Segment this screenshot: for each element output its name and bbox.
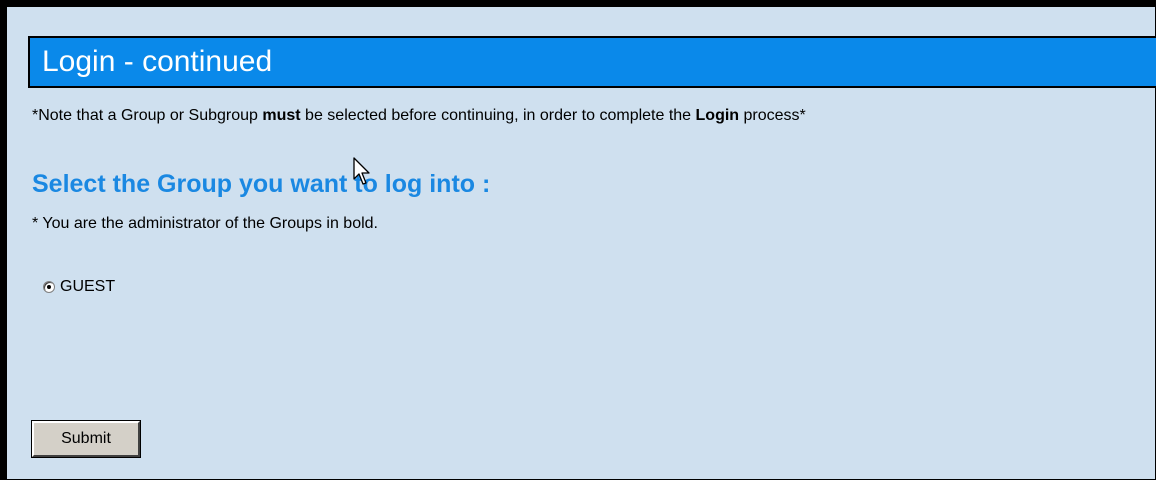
login-note: *Note that a Group or Subgroup must be s… [32,107,806,125]
submit-button[interactable]: Submit [31,420,141,458]
login-page: Login - continued *Note that a Group or … [0,0,1156,480]
guest-radio-button[interactable] [43,281,55,293]
group-option-label: GUEST [60,278,116,295]
group-option-guest[interactable]: GUEST [43,278,115,296]
note-middle: be selected before continuing, in order … [300,107,696,124]
page-title: Login - continued [28,36,1156,88]
note-must: must [262,107,301,124]
admin-note: * You are the administrator of the Group… [32,215,378,232]
note-login: Login [695,107,740,124]
mouse-pointer-icon [353,157,370,185]
note-suffix: process* [739,107,806,124]
note-prefix: *Note that a Group or Subgroup [32,107,263,124]
select-group-heading: Select the Group you want to log into : [32,170,491,198]
